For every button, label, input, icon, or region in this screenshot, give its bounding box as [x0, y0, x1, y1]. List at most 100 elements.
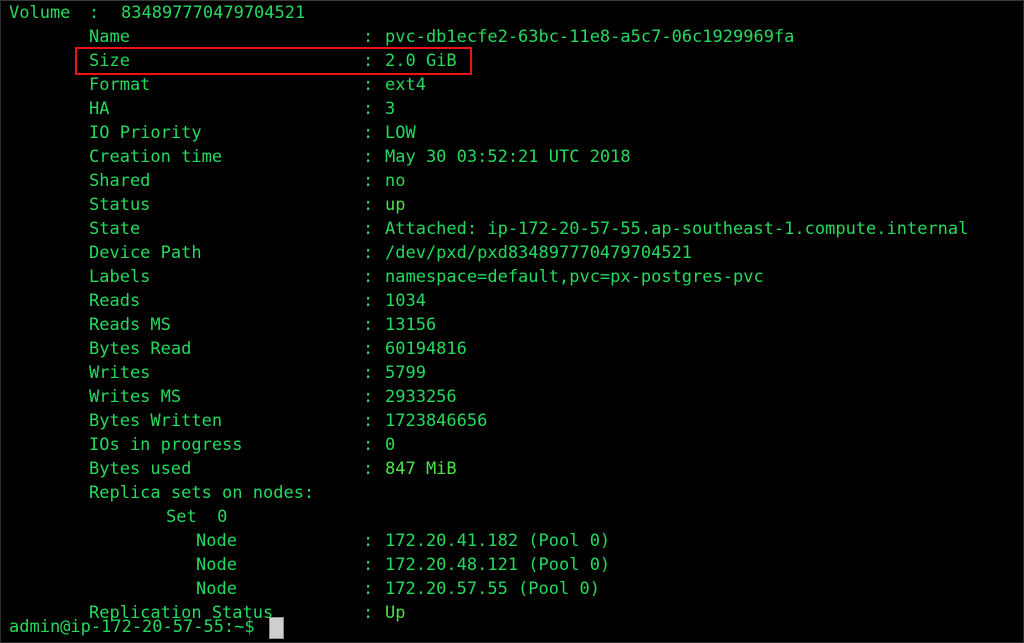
row-value-bytes-read: 60194816	[385, 339, 467, 359]
terminal-row-status: Status : up	[1, 193, 1023, 217]
row-value-ios-in-progress: 0	[385, 435, 396, 455]
row-colon-ha: :	[363, 99, 374, 119]
row-colon-device-path: :	[363, 243, 374, 263]
replica-set-label: Set 0	[166, 507, 228, 527]
bytes-used-badge: 847 MiB	[385, 459, 457, 479]
row-label-device-path: Device Path	[89, 243, 202, 263]
row-colon-reads: :	[363, 291, 374, 311]
row-value-io-priority: LOW	[385, 123, 416, 143]
terminal-row-name: Name : pvc-db1ecfe2-63bc-11e8-a5c7-06c19…	[1, 25, 1023, 49]
row-value-ha: 3	[385, 99, 396, 119]
row-colon-ios-in-progress: :	[363, 435, 374, 455]
replica-sets-heading: Replica sets on nodes:	[89, 483, 315, 503]
shell-prompt-text: admin@ip-172-20-57-55:~$	[9, 617, 255, 637]
row-colon-format: :	[363, 75, 374, 95]
row-colon-bytes-used: :	[363, 459, 374, 479]
row-value-name: pvc-db1ecfe2-63bc-11e8-a5c7-06c1929969fa	[385, 27, 795, 47]
terminal-row-writes: Writes : 5799	[1, 361, 1023, 385]
block-cursor-icon	[269, 617, 284, 639]
row-value-writes-ms: 2933256	[385, 387, 457, 407]
row-colon-io-priority: :	[363, 123, 374, 143]
node-colon-3: :	[363, 579, 374, 599]
terminal-row-bytes-used: Bytes used : 847 MiB	[1, 457, 1023, 481]
terminal-row-set: Set 0	[1, 505, 1023, 529]
row-value-writes: 5799	[385, 363, 426, 383]
node-label-3: Node	[196, 579, 237, 599]
row-label-io-priority: IO Priority	[89, 123, 202, 143]
node-value-1: 172.20.41.182 (Pool 0)	[385, 531, 611, 551]
row-label-ios-in-progress: IOs in progress	[89, 435, 243, 455]
terminal-row-ha: HA : 3	[1, 97, 1023, 121]
terminal-row-reads-ms: Reads MS : 13156	[1, 313, 1023, 337]
row-value-size: 2.0 GiB	[385, 51, 457, 71]
terminal-row-node-1: Node : 172.20.41.182 (Pool 0)	[1, 529, 1023, 553]
terminal-row-writes-ms: Writes MS : 2933256	[1, 385, 1023, 409]
row-colon-name: :	[363, 27, 374, 47]
row-label-state: State	[89, 219, 141, 239]
terminal-row-ios-in-progress: IOs in progress : 0	[1, 433, 1023, 457]
node-value-3: 172.20.57.55 (Pool 0)	[385, 579, 600, 599]
replication-status-badge: Up	[385, 603, 406, 623]
row-colon-shared: :	[363, 171, 374, 191]
terminal-row-format: Format : ext4	[1, 73, 1023, 97]
row-label-shared: Shared	[89, 171, 151, 191]
row-colon-labels: :	[363, 267, 374, 287]
row-label-creation-time: Creation time	[89, 147, 223, 167]
row-colon-bytes-read: :	[363, 339, 374, 359]
terminal-row-bytes-read: Bytes Read : 60194816	[1, 337, 1023, 361]
row-label-ha: HA	[89, 99, 110, 119]
row-value-reads-ms: 13156	[385, 315, 437, 335]
terminal-row-bytes-written: Bytes Written : 1723846656	[1, 409, 1023, 433]
row-value-device-path: /dev/pxd/pxd834897770479704521	[385, 243, 693, 263]
row-value-labels: namespace=default,pvc=px-postgres-pvc	[385, 267, 764, 287]
row-colon-writes-ms: :	[363, 387, 374, 407]
terminal-row-node-3: Node : 172.20.57.55 (Pool 0)	[1, 577, 1023, 601]
node-label-1: Node	[196, 531, 237, 551]
row-label-name: Name	[89, 27, 130, 47]
row-label-bytes-written: Bytes Written	[89, 411, 223, 431]
row-label-format: Format	[89, 75, 151, 95]
terminal-row-state: State : Attached: ip-172-20-57-55.ap-sou…	[1, 217, 1023, 241]
row-colon-reads-ms: :	[363, 315, 374, 335]
terminal-row-io-priority: IO Priority : LOW	[1, 121, 1023, 145]
volume-id-value: 834897770479704521	[121, 3, 306, 23]
terminal-row-shared: Shared : no	[1, 169, 1023, 193]
row-label-status: Status	[89, 195, 151, 215]
row-value-reads: 1034	[385, 291, 426, 311]
row-label-bytes-read: Bytes Read	[89, 339, 192, 359]
row-colon-writes: :	[363, 363, 374, 383]
row-label-writes-ms: Writes MS	[89, 387, 182, 407]
row-value-creation-time: May 30 03:52:21 UTC 2018	[385, 147, 631, 167]
terminal-line-volume: Volume : 834897770479704521	[1, 1, 1023, 25]
terminal-row-reads: Reads : 1034	[1, 289, 1023, 313]
volume-label: Volume	[9, 3, 71, 23]
terminal-window: Volume : 834897770479704521 Name : pvc-d…	[0, 0, 1024, 643]
terminal-row-node-2: Node : 172.20.48.121 (Pool 0)	[1, 553, 1023, 577]
row-label-bytes-used: Bytes used	[89, 459, 192, 479]
row-colon-state: :	[363, 219, 374, 239]
node-label-2: Node	[196, 555, 237, 575]
terminal-row-size: Size : 2.0 GiB	[1, 49, 1023, 73]
row-label-writes: Writes	[89, 363, 151, 383]
row-value-bytes-written: 1723846656	[385, 411, 488, 431]
row-label-size: Size	[89, 51, 130, 71]
terminal-row-creation-time: Creation time : May 30 03:52:21 UTC 2018	[1, 145, 1023, 169]
row-value-shared: no	[385, 171, 406, 191]
row-value-format: ext4	[385, 75, 426, 95]
row-label-reads-ms: Reads MS	[89, 315, 171, 335]
terminal-row-labels: Labels : namespace=default,pvc=px-postgr…	[1, 265, 1023, 289]
row-label-labels: Labels	[89, 267, 151, 287]
status-badge: up	[385, 195, 406, 215]
row-colon-status: :	[363, 195, 374, 215]
row-colon-size: :	[363, 51, 374, 71]
volume-colon: :	[89, 3, 100, 23]
shell-prompt-line[interactable]: admin@ip-172-20-57-55:~$	[1, 614, 284, 640]
row-colon-creation-time: :	[363, 147, 374, 167]
terminal-row-replica-heading: Replica sets on nodes:	[1, 481, 1023, 505]
node-colon-2: :	[363, 555, 374, 575]
row-colon-bytes-written: :	[363, 411, 374, 431]
node-colon-1: :	[363, 531, 374, 551]
node-value-2: 172.20.48.121 (Pool 0)	[385, 555, 611, 575]
terminal-screen[interactable]: Volume : 834897770479704521 Name : pvc-d…	[1, 1, 1023, 642]
row-label-reads: Reads	[89, 291, 141, 311]
